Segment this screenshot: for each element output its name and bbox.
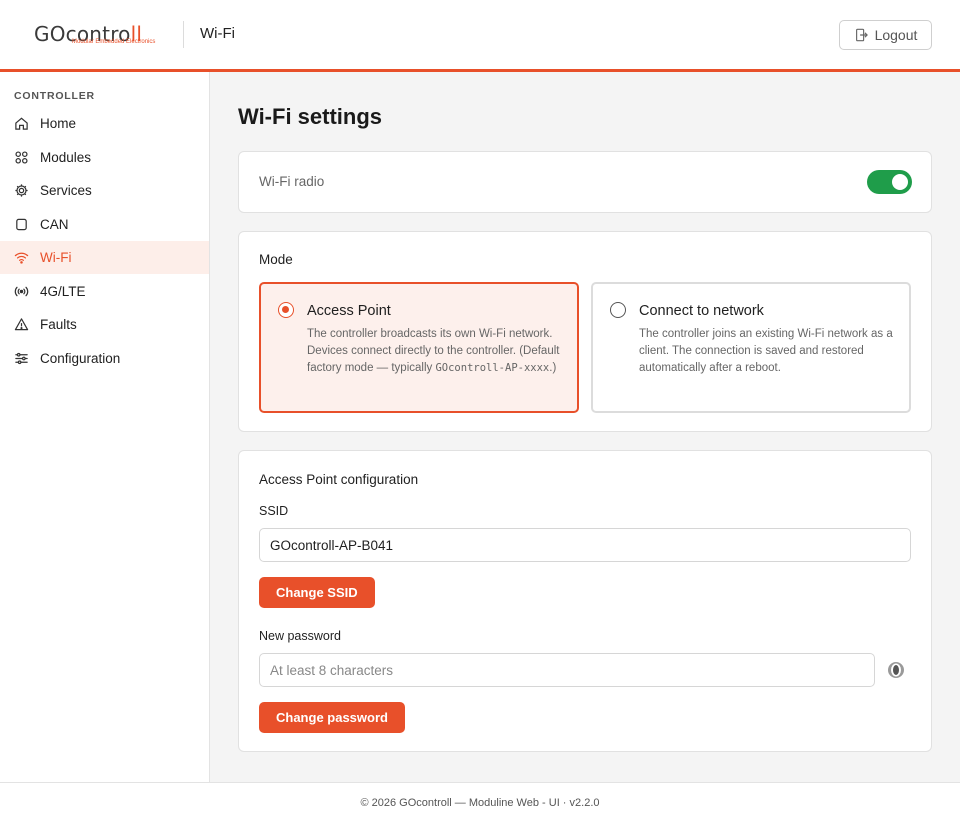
change-ssid-button[interactable]: Change SSID <box>259 577 375 608</box>
show-password-toggle[interactable] <box>886 660 906 680</box>
wifi-icon <box>14 252 29 264</box>
home-icon <box>15 117 28 130</box>
sidebar-item-label: Home <box>40 116 77 131</box>
access-point-config-card: Access Point configuration SSID Change S… <box>238 450 932 752</box>
mode-option-description: The controller broadcasts its own Wi-Fi … <box>307 328 560 374</box>
sidebar-item-configuration[interactable]: Configuration <box>0 342 209 375</box>
sidebar-item-label: Wi-Fi <box>40 250 72 265</box>
sidebar-item-services[interactable]: Services <box>0 174 209 207</box>
sidebar-item-home[interactable]: Home <box>0 107 209 140</box>
radio-button[interactable] <box>610 302 626 318</box>
eye-icon <box>888 662 904 678</box>
signal-icon <box>14 286 29 297</box>
grid-icon <box>15 151 28 164</box>
wifi-radio-card: Wi-Fi radio <box>238 151 932 213</box>
sidebar-item-label: Faults <box>40 317 77 332</box>
mode-option-access-point[interactable]: Access Point The controller broadcasts i… <box>259 282 579 413</box>
sidebar-item-faults[interactable]: Faults <box>0 308 209 341</box>
page-title: Wi-Fi settings <box>238 104 383 129</box>
ssid-input[interactable] <box>259 528 911 562</box>
new-password-label: New password <box>259 629 341 643</box>
chip-icon <box>16 218 27 231</box>
header-page-title: Wi-Fi <box>200 25 235 42</box>
mode-option-description: The controller joins an existing Wi-Fi n… <box>639 328 893 374</box>
main-content: Wi-Fi settings Wi-Fi radio Mode Access P… <box>210 72 960 782</box>
sidebar-item-label: CAN <box>40 217 69 232</box>
mode-option-connect-to-network[interactable]: Connect to network The controller joins … <box>591 282 911 413</box>
sidebar-section-title: CONTROLLER <box>14 90 95 102</box>
wifi-radio-label: Wi-Fi radio <box>259 174 325 189</box>
sidebar-item-label: 4G/LTE <box>40 284 86 299</box>
change-password-button[interactable]: Change password <box>259 702 405 733</box>
gear-icon <box>15 184 28 197</box>
mode-title: Mode <box>259 252 293 267</box>
logout-label: Logout <box>874 27 918 43</box>
warning-icon <box>14 318 29 331</box>
top-header: GOcontroll Modular Embedded Electronics … <box>0 0 960 72</box>
mode-option-title: Access Point <box>307 303 391 319</box>
sliders-icon <box>15 352 28 365</box>
footer: © 2026 GOcontroll — Moduline Web - UI · … <box>0 782 960 822</box>
sidebar-item-label: Configuration <box>40 351 121 366</box>
gocontroll-logo[interactable]: GOcontroll Modular Embedded Electronics <box>34 22 166 48</box>
sidebar-item-label: Modules <box>40 150 92 165</box>
footer-text: © 2026 GOcontroll — Moduline Web - UI · … <box>360 796 600 809</box>
ap-config-title: Access Point configuration <box>259 472 419 487</box>
header-divider <box>183 21 184 48</box>
mode-card: Mode Access Point The controller broadca… <box>238 231 932 432</box>
sidebar-item-4g-lte[interactable]: 4G/LTE <box>0 275 209 308</box>
sidebar-item-modules[interactable]: Modules <box>0 141 209 174</box>
logo-tagline: Modular Embedded Electronics <box>72 39 156 45</box>
mode-option-title: Connect to network <box>639 303 764 319</box>
sidebar: CONTROLLER Home Modules Services CAN Wi-… <box>0 72 210 782</box>
new-password-input[interactable] <box>259 653 875 687</box>
sidebar-item-label: Services <box>40 183 92 198</box>
radio-button-selected[interactable] <box>278 302 294 318</box>
sidebar-item-wifi[interactable]: Wi-Fi <box>0 241 209 274</box>
toggle-knob <box>892 174 908 190</box>
wifi-radio-toggle[interactable] <box>867 170 912 194</box>
logout-icon <box>855 28 868 42</box>
logout-button[interactable]: Logout <box>839 20 932 50</box>
sidebar-item-can[interactable]: CAN <box>0 208 209 241</box>
ssid-label: SSID <box>259 504 289 518</box>
